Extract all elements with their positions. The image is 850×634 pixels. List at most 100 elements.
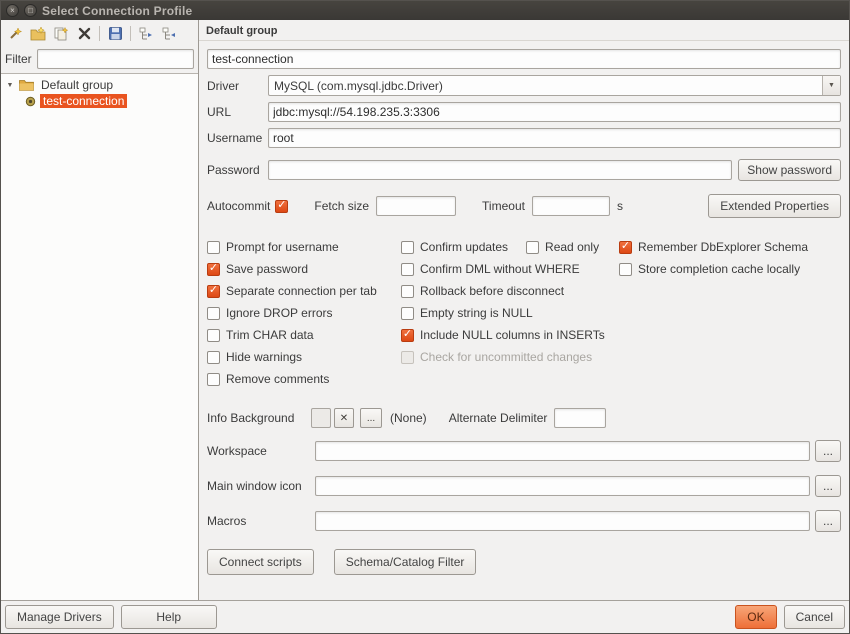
workspace-input[interactable] (315, 441, 810, 461)
clear-color-button[interactable]: ✕ (334, 408, 354, 428)
titlebar: × □ Select Connection Profile (1, 1, 849, 20)
workspace-label: Workspace (207, 444, 315, 458)
tree-expander-icon[interactable]: ▼ (5, 82, 15, 89)
workspace-row: Workspace ... (207, 440, 841, 462)
profile-form: Driver MySQL (com.mysql.jdbc.Driver) ▼ U… (199, 41, 849, 600)
manage-drivers-button[interactable]: Manage Drivers (5, 605, 114, 629)
checkbox-box: ✓ (207, 263, 220, 276)
autocommit-checkbox[interactable]: ✓ (275, 195, 288, 217)
macros-input[interactable] (315, 511, 810, 531)
profile-editor-panel: Default group Driver MySQL (com.mysql.jd… (199, 20, 849, 600)
checkbox-box: ✓ (526, 241, 539, 254)
checkbox-store-completion-cache-locally[interactable]: ✓ Store completion cache locally (619, 258, 841, 280)
close-icon: × (10, 7, 15, 15)
checkbox-save-password[interactable]: ✓ Save password (207, 258, 401, 280)
connection-profile-dialog: × □ Select Connection Profile (0, 0, 850, 634)
profile-name-input[interactable] (207, 49, 841, 69)
driver-value: MySQL (com.mysql.jdbc.Driver) (269, 76, 822, 95)
alternate-delimiter-input[interactable] (554, 408, 606, 428)
macros-label: Macros (207, 514, 315, 528)
profile-toolbar (1, 20, 198, 47)
timeout-label: Timeout (482, 199, 525, 213)
new-group-button[interactable] (27, 23, 49, 45)
filter-input[interactable] (37, 49, 194, 69)
schema-catalog-filter-button[interactable]: Schema/Catalog Filter (334, 549, 477, 575)
checkbox-confirm-updates[interactable]: ✓ Confirm updates (401, 236, 508, 258)
options-column-2: ✓ Confirm updates ✓ Read only ✓ Confirm … (401, 236, 619, 390)
delete-icon (77, 26, 92, 41)
delete-profile-button[interactable] (73, 23, 95, 45)
checkbox-hide-warnings[interactable]: ✓ Hide warnings (207, 346, 401, 368)
checkbox-read-only[interactable]: ✓ Read only (526, 236, 599, 258)
expand-tree-icon (138, 26, 154, 42)
driver-row: Driver MySQL (com.mysql.jdbc.Driver) ▼ (207, 75, 841, 96)
timeout-input[interactable] (532, 196, 610, 216)
main-window-icon-label: Main window icon (207, 479, 315, 493)
pick-color-button[interactable]: ... (360, 408, 382, 428)
confirm-updates-readonly-row: ✓ Confirm updates ✓ Read only (401, 236, 619, 258)
ellipsis-icon: ... (367, 413, 375, 424)
fetch-size-input[interactable] (376, 196, 456, 216)
extended-properties-button[interactable]: Extended Properties (708, 194, 841, 218)
name-row (207, 49, 841, 69)
checkbox-confirm-dml-without-where[interactable]: ✓ Confirm DML without WHERE (401, 258, 619, 280)
checkbox-separate-connection-per-tab[interactable]: ✓ Separate connection per tab (207, 280, 401, 302)
ellipsis-icon: ... (823, 479, 833, 493)
password-label: Password (207, 163, 268, 177)
checkbox-include-null-columns-in-inserts[interactable]: ✓ Include NULL columns in INSERTs (401, 324, 619, 346)
tree-item-test-connection[interactable]: test-connection (23, 93, 196, 109)
save-icon (108, 26, 123, 41)
ellipsis-icon: ... (823, 514, 833, 528)
clear-icon: ✕ (340, 413, 348, 424)
info-background-swatch[interactable] (311, 408, 331, 428)
alternate-delimiter-label: Alternate Delimiter (449, 411, 548, 425)
expand-tree-button[interactable] (135, 23, 157, 45)
workspace-browse-button[interactable]: ... (815, 440, 841, 462)
checkbox-box: ✓ (619, 263, 632, 276)
checkbox-box: ✓ (207, 351, 220, 364)
username-input[interactable] (268, 128, 841, 148)
main-window-icon-browse-button[interactable]: ... (815, 475, 841, 497)
options-grid: ✓ Prompt for username ✓ Save password ✓ … (207, 236, 841, 390)
main-window-icon-input[interactable] (315, 476, 810, 496)
group-header: Default group (199, 20, 849, 41)
folder-icon (19, 79, 34, 91)
connect-scripts-button[interactable]: Connect scripts (207, 549, 314, 575)
color-none-label: (None) (390, 411, 427, 425)
save-profiles-button[interactable] (104, 23, 126, 45)
cancel-button[interactable]: Cancel (784, 605, 845, 629)
checkbox-check-for-uncommitted-changes: ✓ Check for uncommitted changes (401, 346, 619, 368)
tree-group-default[interactable]: ▼ Default group (3, 77, 196, 93)
checkbox-remember-dbexplorer-schema[interactable]: ✓ Remember DbExplorer Schema (619, 236, 841, 258)
driver-select[interactable]: MySQL (com.mysql.jdbc.Driver) ▼ (268, 75, 841, 96)
checkbox-empty-string-is-null[interactable]: ✓ Empty string is NULL (401, 302, 619, 324)
url-input[interactable] (268, 102, 841, 122)
checkbox-rollback-before-disconnect[interactable]: ✓ Rollback before disconnect (401, 280, 619, 302)
password-input[interactable] (268, 160, 732, 180)
info-background-label: Info Background (207, 411, 311, 425)
collapse-tree-button[interactable] (158, 23, 180, 45)
help-button[interactable]: Help (121, 605, 217, 629)
ok-button[interactable]: OK (735, 605, 776, 629)
window-close-button[interactable]: × (6, 4, 19, 17)
checkbox-trim-char-data[interactable]: ✓ Trim CHAR data (207, 324, 401, 346)
window-restore-button[interactable]: □ (24, 4, 37, 17)
new-profile-button[interactable] (4, 23, 26, 45)
driver-label: Driver (207, 79, 268, 93)
macros-browse-button[interactable]: ... (815, 510, 841, 532)
show-password-button[interactable]: Show password (738, 159, 841, 181)
copy-profile-button[interactable] (50, 23, 72, 45)
checkbox-box: ✓ (401, 329, 414, 342)
checkbox-ignore-drop-errors[interactable]: ✓ Ignore DROP errors (207, 302, 401, 324)
checkbox-remove-comments[interactable]: ✓ Remove comments (207, 368, 401, 390)
options-row: Autocommit ✓ Fetch size Timeout s Exte (207, 194, 841, 218)
new-group-icon (30, 26, 46, 42)
checkbox-box: ✓ (207, 241, 220, 254)
main-area: Filter ▼ Default group (1, 20, 849, 600)
chevron-down-icon[interactable]: ▼ (822, 76, 840, 95)
window-title: Select Connection Profile (42, 4, 192, 18)
autocommit-label: Autocommit (207, 199, 270, 213)
checkbox-prompt-for-username[interactable]: ✓ Prompt for username (207, 236, 401, 258)
checkbox-box: ✓ (401, 351, 414, 364)
macros-row: Macros ... (207, 510, 841, 532)
